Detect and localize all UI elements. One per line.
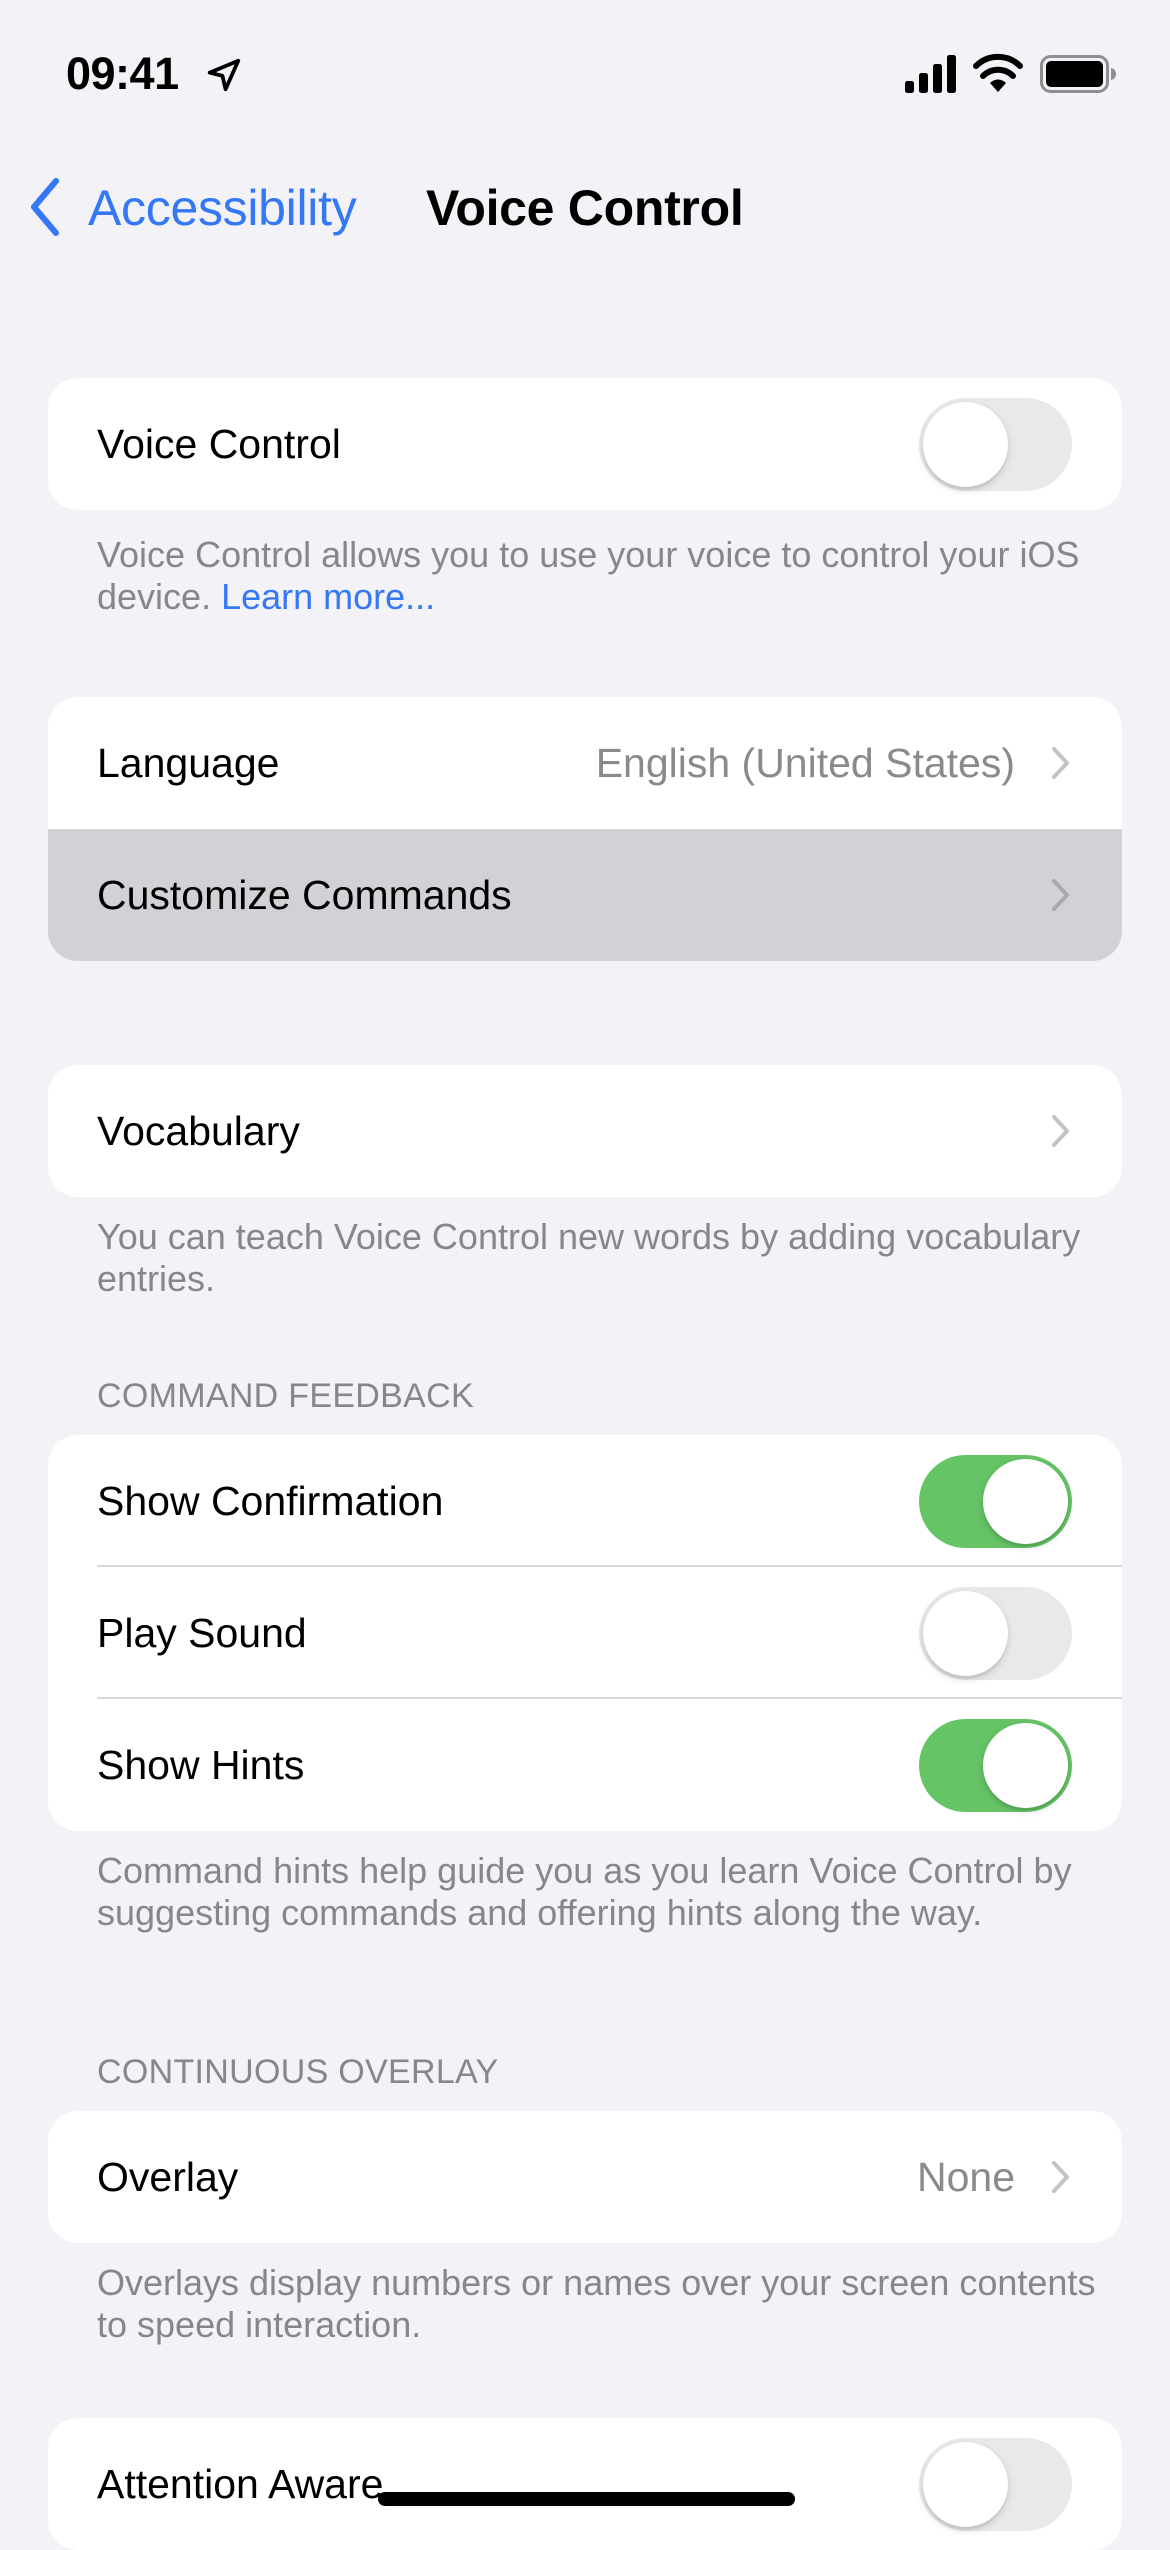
customize-commands-row[interactable]: Customize Commands xyxy=(48,829,1122,961)
overlay-label: Overlay xyxy=(97,2154,239,2200)
home-indicator[interactable] xyxy=(378,2492,795,2506)
show-hints-toggle[interactable] xyxy=(919,1718,1072,1812)
vocabulary-row[interactable]: Vocabulary xyxy=(48,1065,1122,1197)
language-row[interactable]: Language English (United States) xyxy=(48,697,1122,829)
attention-aware-row: Attention Aware xyxy=(48,2418,1122,2550)
vocabulary-footer: You can teach Voice Control new words by… xyxy=(97,1216,1081,1299)
language-card: Language English (United States) Customi… xyxy=(48,697,1122,961)
battery-icon xyxy=(1040,55,1116,93)
voice-control-label: Voice Control xyxy=(97,421,341,467)
status-time: 09:41 xyxy=(66,48,179,99)
play-sound-label: Play Sound xyxy=(97,1610,307,1656)
back-label[interactable]: Accessibility xyxy=(88,180,357,236)
vocabulary-label: Vocabulary xyxy=(97,1108,300,1154)
command-feedback-header: COMMAND FEEDBACK xyxy=(97,1377,474,1415)
chevron-left-icon xyxy=(31,178,59,236)
show-hints-label: Show Hints xyxy=(97,1742,305,1788)
chevron-right-icon xyxy=(1052,879,1069,911)
learn-more-link[interactable]: Learn more... xyxy=(221,576,435,617)
location-arrow-icon xyxy=(207,58,241,92)
attention-aware-card: Attention Aware xyxy=(48,2418,1122,2550)
toggle-knob xyxy=(983,1458,1068,1544)
show-confirmation-toggle[interactable] xyxy=(919,1454,1072,1548)
voice-control-toggle[interactable] xyxy=(919,397,1072,491)
language-value: English (United States) xyxy=(595,740,1015,786)
overlay-card: Overlay None xyxy=(48,2111,1122,2243)
voice-control-row: Voice Control xyxy=(48,378,1122,510)
show-confirmation-row: Show Confirmation xyxy=(48,1435,1122,1567)
command-feedback-card: Show Confirmation Play Sound Show Hints xyxy=(48,1435,1122,1831)
wifi-icon xyxy=(973,53,1023,92)
play-sound-toggle[interactable] xyxy=(919,1586,1072,1680)
play-sound-row: Play Sound xyxy=(48,1567,1122,1699)
cellular-signal-icon xyxy=(905,55,956,93)
toggle-knob xyxy=(923,401,1008,487)
attention-aware-label: Attention Aware xyxy=(97,2461,384,2507)
voice-control-footer: Voice Control allows you to use your voi… xyxy=(97,534,1097,618)
show-confirmation-label: Show Confirmation xyxy=(97,1478,444,1524)
language-label: Language xyxy=(97,740,280,786)
overlay-footer: Overlays display numbers or names over y… xyxy=(97,2262,1096,2345)
attention-aware-toggle[interactable] xyxy=(919,2437,1072,2531)
toggle-knob xyxy=(923,1590,1008,1676)
chevron-right-icon xyxy=(1052,2161,1069,2193)
chevron-right-icon xyxy=(1052,747,1069,779)
command-feedback-footer: Command hints help guide you as you lear… xyxy=(97,1850,1072,1933)
voice-control-card: Voice Control xyxy=(48,378,1122,510)
overlay-value: None xyxy=(916,2154,1015,2200)
show-hints-row: Show Hints xyxy=(48,1699,1122,1831)
overlay-row[interactable]: Overlay None xyxy=(48,2111,1122,2243)
page-title: Voice Control xyxy=(426,180,744,236)
customize-commands-label: Customize Commands xyxy=(97,872,512,918)
chevron-right-icon xyxy=(1052,1115,1069,1147)
vocabulary-card: Vocabulary xyxy=(48,1065,1122,1197)
toggle-knob xyxy=(983,1722,1068,1808)
continuous-overlay-header: CONTINUOUS OVERLAY xyxy=(97,2053,499,2091)
toggle-knob xyxy=(923,2441,1008,2527)
